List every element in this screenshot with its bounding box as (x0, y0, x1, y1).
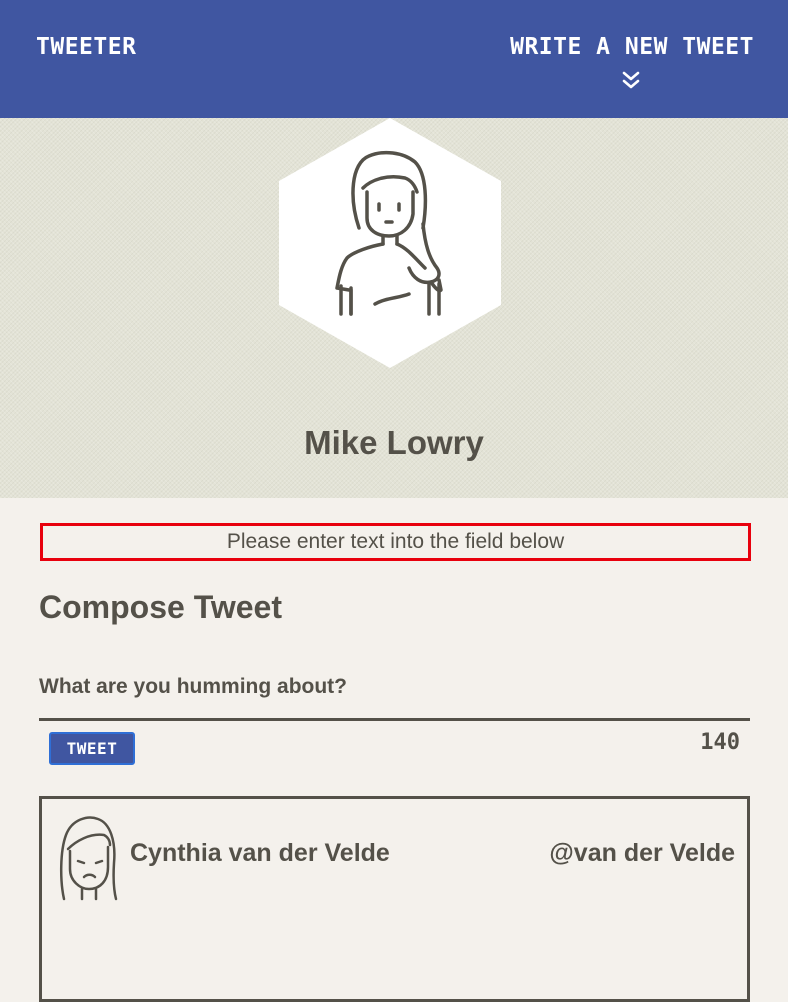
tweet-text-input[interactable] (39, 656, 750, 721)
chevron-double-down-icon (622, 71, 640, 89)
tweet-card: Cynthia van der Velde @van der Velde (39, 796, 750, 1002)
write-new-tweet-label: Write a new tweet (510, 34, 754, 60)
error-message: Please enter text into the field below (40, 523, 751, 561)
user-avatar-icon (279, 118, 501, 368)
write-new-tweet-link[interactable]: Write a new tweet (494, 34, 754, 89)
character-counter: 140 (700, 730, 740, 755)
compose-title: Compose Tweet (39, 589, 282, 625)
tweet-author-name: Cynthia van der Velde (130, 839, 390, 867)
tweet-author-handle: @van der Velde (549, 839, 735, 867)
tweet-submit-button[interactable]: Tweet (49, 732, 135, 765)
profile-header: Mike Lowry (0, 118, 788, 498)
profile-name: Mike Lowry (304, 424, 484, 461)
user-avatar-icon (59, 816, 118, 901)
brand-logo[interactable]: Tweeter (36, 34, 136, 60)
top-nav: Tweeter Write a new tweet (0, 0, 788, 118)
